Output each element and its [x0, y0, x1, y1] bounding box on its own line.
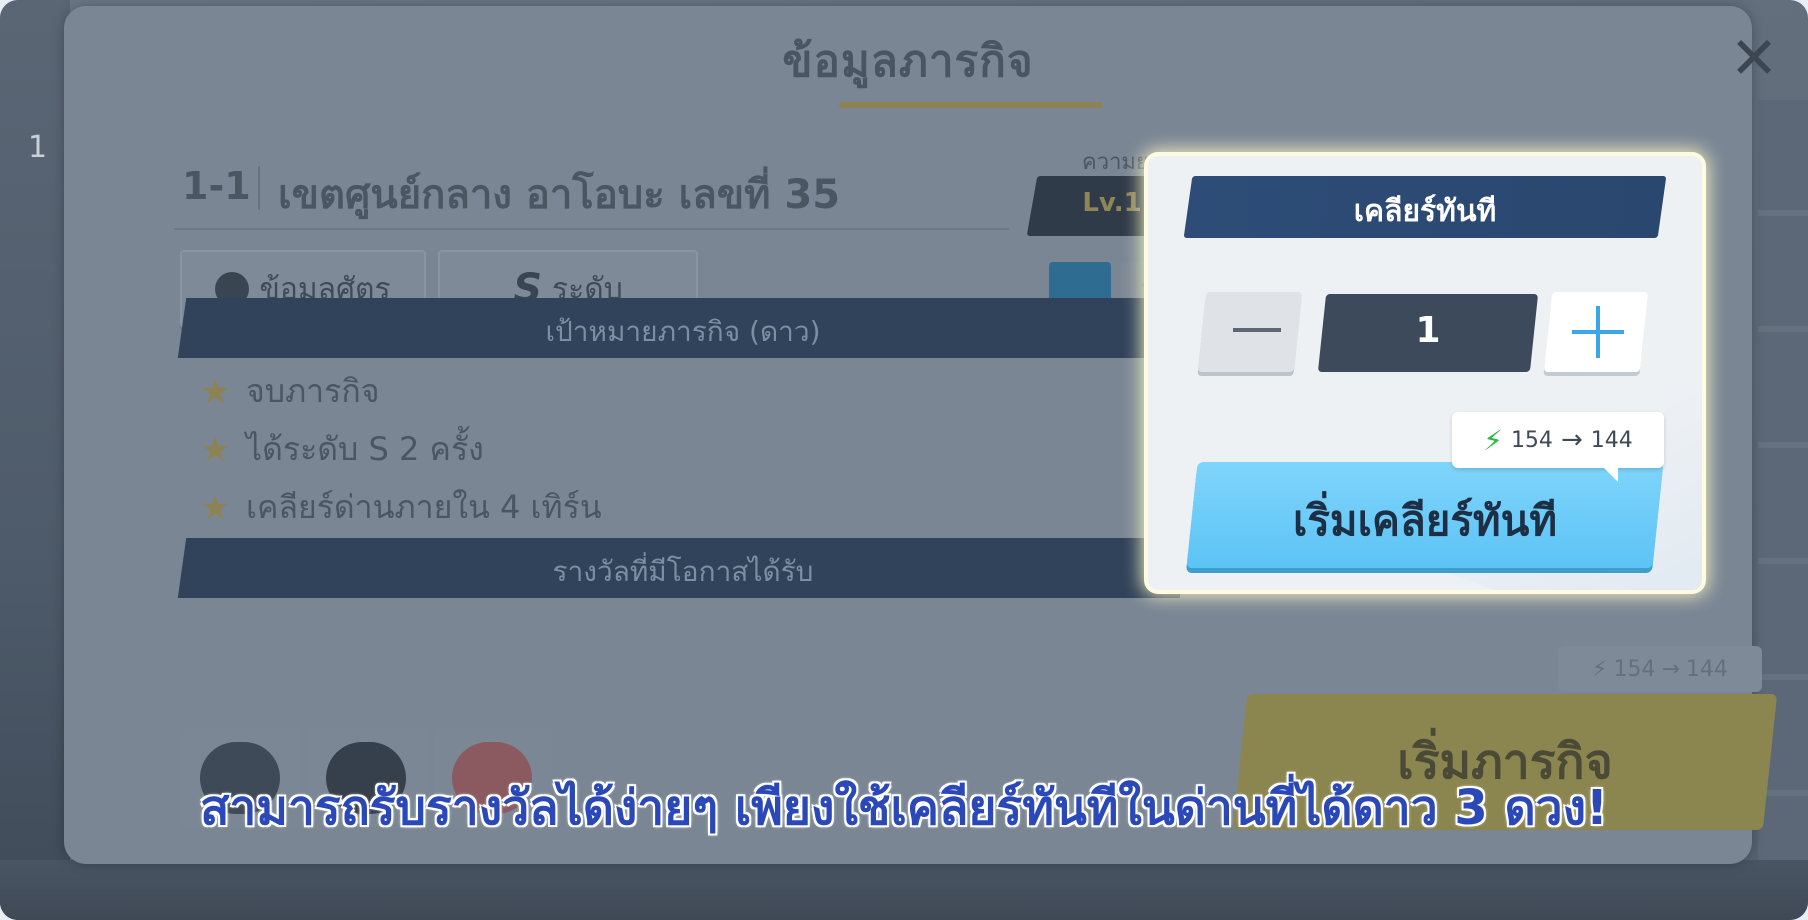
energy-from: 154: [1510, 427, 1553, 453]
goal-item: ★ เคลียร์ด่านภายใน 4 เทิร์น: [200, 482, 602, 533]
close-button[interactable]: ✕: [1724, 28, 1784, 88]
energy-bolt-icon: ⚡: [1483, 423, 1503, 457]
goal-text: ได้ระดับ S 2 ครั้ง: [246, 430, 484, 468]
start-instant-clear-label: เริ่มเคลียร์ทันที: [1292, 496, 1558, 545]
stage-name: เขตศูนย์กลาง อาโอบะ เลขที่ 35: [278, 172, 841, 218]
plus-icon-vertical: [1596, 306, 1600, 358]
goal-item: ★ จบภารกิจ: [200, 366, 379, 417]
goals-header-label: เป้าหมายภารกิจ (ดาว): [545, 315, 821, 348]
goal-item: ★ ได้ระดับ S 2 ครั้ง: [200, 424, 484, 475]
mission-energy-cost: ⚡ 154 → 144: [1558, 646, 1762, 692]
stage-separator: [258, 166, 260, 210]
stage-number: 1-1: [182, 164, 251, 208]
title-underline: [839, 102, 1103, 108]
background-scene-bottom: [0, 860, 1808, 920]
rewards-header-label: รางวัลที่มีโอกาสได้รับ: [552, 555, 814, 588]
quantity-value: 1: [1415, 310, 1441, 351]
energy-bolt-icon: ⚡: [1592, 656, 1608, 682]
goal-text: เคลียร์ด่านภายใน 4 เทิร์น: [246, 488, 602, 526]
decrease-button[interactable]: [1197, 292, 1303, 372]
arrow-right-icon: →: [1560, 425, 1583, 455]
stage-underline: [174, 228, 1009, 230]
star-icon: ★: [200, 371, 231, 412]
arrow-right-icon: →: [1661, 656, 1680, 682]
popup-title: เคลียร์ทันที: [1353, 194, 1497, 229]
dialog-title: ข้อมูลภารกิจ: [782, 36, 1034, 87]
instant-clear-popup: เคลียร์ทันที 1 เริ่มเคลียร์ทันที ⚡ 154 →…: [1148, 156, 1702, 590]
energy-to: 144: [1590, 427, 1633, 453]
background-number: 1: [28, 130, 48, 165]
energy-tag-tail: [1600, 464, 1618, 482]
star-icon: ★: [200, 487, 231, 528]
minus-icon: [1233, 328, 1281, 332]
promo-subtitle: สามารถรับรางวัลได้ง่ายๆ เพียงใช้เคลียร์ท…: [200, 780, 1608, 836]
energy-cost-tag: ⚡ 154 → 144: [1452, 412, 1664, 468]
game-screen: 1 ข้อมูลภารกิจ ✕ 1-1 เขตศูนย์กลาง อาโอบะ…: [0, 0, 1808, 920]
star-icon: ★: [200, 429, 231, 470]
goal-text: จบภารกิจ: [246, 372, 380, 410]
